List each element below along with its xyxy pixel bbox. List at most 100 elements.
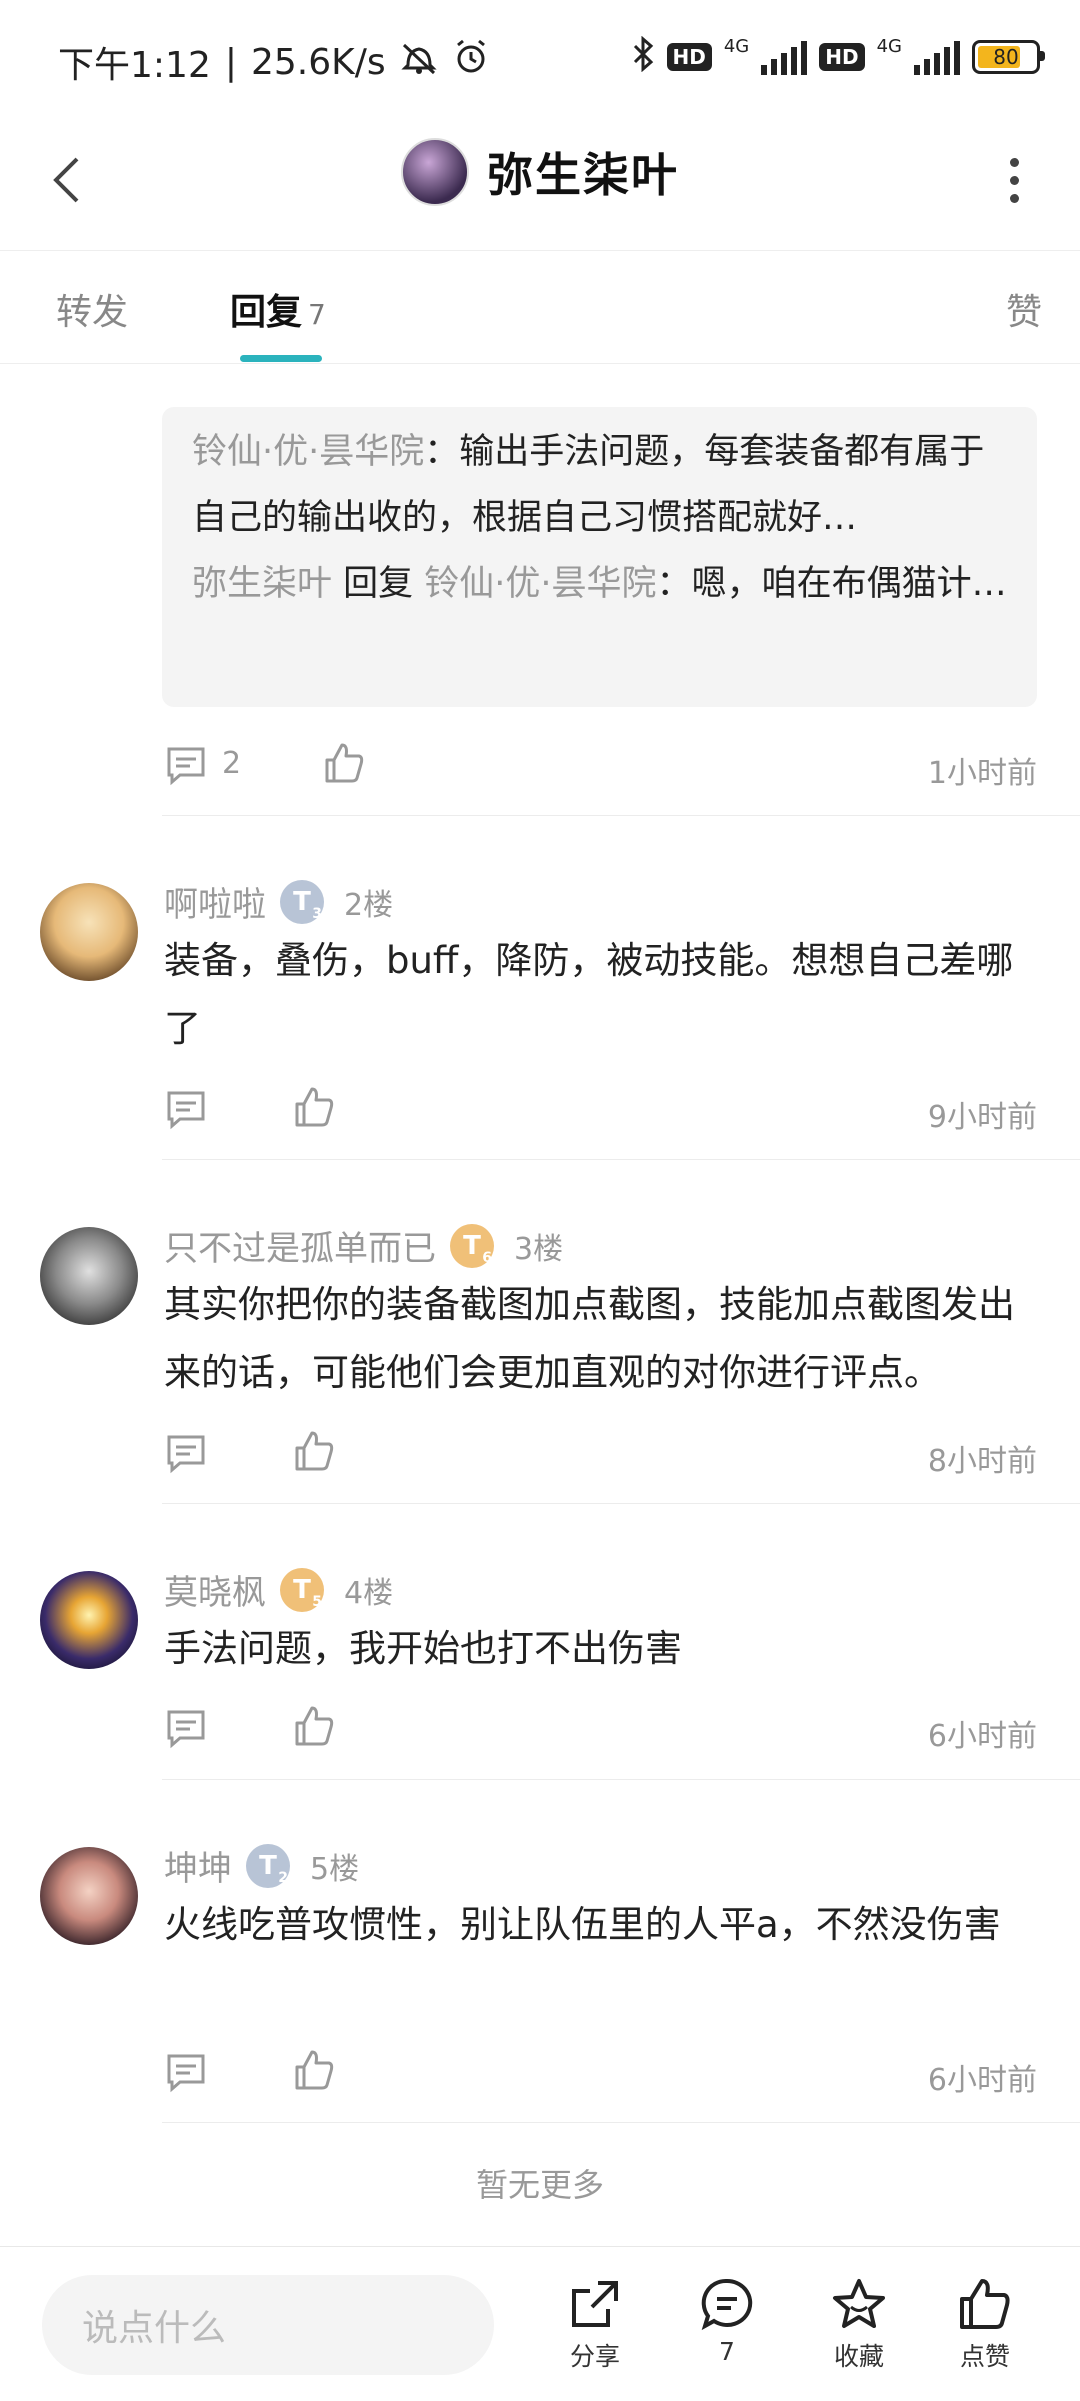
comment-author[interactable]: 啊啦啦: [164, 877, 266, 926]
comment-text: 手法问题，我开始也打不出伤害: [164, 1627, 682, 1670]
sub-reply-2: 弥生柒叶 回复 铃仙·优·昙华院：嗯，咱在布偶猫计算了半天，应该就是叠伤还不到位…: [192, 551, 1007, 617]
signal-icon-1: [761, 39, 808, 75]
mute-icon: [400, 41, 438, 84]
reply-count: 2: [222, 746, 242, 781]
status-net-speed: 25.6K/s: [250, 41, 386, 83]
comment-time: 6小时前: [927, 1719, 1037, 1754]
thumbs-up-icon[interactable]: [324, 742, 364, 788]
sub-reply-author[interactable]: 铃仙·优·昙华院: [192, 432, 424, 472]
comment-author[interactable]: 莫晓枫: [164, 1565, 266, 1614]
comment-icon: [701, 2278, 753, 2331]
level-letter: T: [463, 1230, 481, 1261]
thumbs-up-icon[interactable]: [294, 1430, 334, 1476]
level-badge: T2: [246, 1843, 290, 1888]
floor-number: 5楼: [310, 1851, 360, 1887]
sub-reply-sep: ：: [424, 432, 460, 472]
top-nav: 弥生柒叶: [0, 120, 1080, 251]
page-title: 弥生柒叶: [487, 148, 679, 202]
sub-reply-author[interactable]: 弥生柒叶: [192, 564, 332, 604]
share-icon: [572, 2281, 618, 2327]
reply-icon[interactable]: [166, 2053, 206, 2097]
network-label-1: 4G: [723, 36, 750, 57]
network-label-2: 4G: [876, 36, 902, 57]
floor-number: 4楼: [344, 1575, 394, 1611]
more-options-button[interactable]: [984, 150, 1044, 210]
level-number: 3: [312, 905, 322, 922]
comment-time: 9小时前: [927, 1100, 1037, 1135]
comment-time: 6小时前: [927, 2063, 1037, 2098]
floor-number: 3楼: [514, 1231, 564, 1267]
battery-level: 80: [993, 45, 1019, 69]
reply-icon[interactable]: [166, 1709, 206, 1753]
divider: [162, 1779, 1080, 1780]
comment-text: 火线吃普攻惯性，别让队伍里的人平a，不然没伤害: [164, 1903, 1001, 1946]
comment-count-label: 7: [719, 2337, 735, 2366]
reply-icon[interactable]: [166, 746, 206, 790]
divider: [162, 1159, 1080, 1160]
level-letter: T: [259, 1850, 277, 1881]
sub-reply-mid: 回复: [332, 564, 425, 604]
share-button[interactable]: 分享: [540, 2277, 650, 2373]
header-user[interactable]: 弥生柒叶: [0, 138, 1080, 206]
thumbs-up-icon[interactable]: [294, 1086, 334, 1132]
comment-input[interactable]: 说点什么: [42, 2275, 494, 2375]
alarm-icon: [452, 39, 490, 86]
status-bar: 下午1:12 | 25.6K/s HD 4G HD 4G 80: [0, 0, 1080, 120]
comment-button[interactable]: 7: [672, 2277, 782, 2366]
comment-author[interactable]: 只不过是孤单而已: [164, 1221, 436, 1270]
comment-author[interactable]: 坤坤: [164, 1841, 232, 1890]
floor-number: 2楼: [344, 887, 394, 923]
thumbs-up-icon[interactable]: [294, 1705, 334, 1751]
level-badge: T5: [280, 1567, 324, 1612]
star-icon: [833, 2279, 885, 2328]
more-dot-icon: [1009, 175, 1019, 185]
sub-reply-text: 嗯，咱在布偶猫计算了半天，应该就是叠伤还不到位的原因…: [691, 564, 1007, 604]
favorite-button[interactable]: 收藏: [804, 2277, 914, 2373]
avatar[interactable]: [40, 1847, 138, 1945]
tab-bar: 转发 回复 7 赞: [0, 251, 1080, 364]
tab-reply[interactable]: 回复 7: [230, 283, 326, 335]
tab-like[interactable]: 赞: [1006, 283, 1042, 335]
tab-reply-count: 7: [308, 298, 326, 331]
comment-text: 装备，叠伤，buff，降防，被动技能。想想自己差哪了: [164, 939, 1014, 1050]
more-dot-icon: [1009, 157, 1019, 167]
sub-reply-box[interactable]: 铃仙·优·昙华院：输出手法问题，每套装备都有属于自己的输出收的，根据自己习惯搭配…: [162, 407, 1037, 707]
level-badge: T6: [450, 1223, 494, 1268]
battery-icon: 80: [972, 40, 1045, 74]
sub-reply-sep: ：: [656, 564, 692, 604]
reply-icon[interactable]: [166, 1090, 206, 1134]
comment-input-placeholder: 说点什么: [82, 2308, 227, 2349]
level-number: 2: [278, 1869, 288, 1886]
thumbs-up-icon[interactable]: [294, 2049, 334, 2095]
avatar[interactable]: [40, 1571, 138, 1669]
sub-reply-1: 铃仙·优·昙华院：输出手法问题，每套装备都有属于自己的输出收的，根据自己习惯搭配…: [192, 419, 1007, 551]
share-label: 分享: [569, 2342, 620, 2371]
bluetooth-icon: [631, 35, 655, 78]
like-label: 点赞: [959, 2342, 1010, 2371]
level-letter: T: [293, 886, 311, 917]
like-button[interactable]: 点赞: [930, 2277, 1040, 2373]
level-number: 5: [312, 1593, 322, 1610]
tab-forward[interactable]: 转发: [56, 283, 128, 335]
hd-badge-1: HD: [666, 43, 712, 71]
avatar[interactable]: [40, 883, 138, 981]
avatar[interactable]: [401, 138, 469, 206]
divider: [162, 815, 1080, 816]
tab-reply-label: 回复: [230, 292, 303, 333]
divider: [162, 2122, 1080, 2123]
favorite-label: 收藏: [833, 2342, 884, 2371]
comment-actions: 9小时前: [162, 1084, 1037, 1140]
avatar[interactable]: [40, 1227, 138, 1325]
active-tab-indicator: [240, 355, 322, 362]
thumbs-up-icon: [960, 2279, 1010, 2329]
sub-reply-target[interactable]: 铃仙·优·昙华院: [424, 564, 656, 604]
reply-icon[interactable]: [166, 1434, 206, 1478]
level-badge: T3: [280, 879, 324, 924]
bottom-bar: 说点什么 分享 7 收藏 点赞: [0, 2246, 1080, 2401]
status-separator: |: [224, 41, 237, 83]
no-more-label: 暂无更多: [475, 2166, 604, 2204]
more-dot-icon: [1009, 193, 1019, 203]
comment-time: 8小时前: [927, 1444, 1037, 1479]
level-letter: T: [293, 1574, 311, 1605]
comment-actions: 8小时前: [162, 1428, 1037, 1484]
